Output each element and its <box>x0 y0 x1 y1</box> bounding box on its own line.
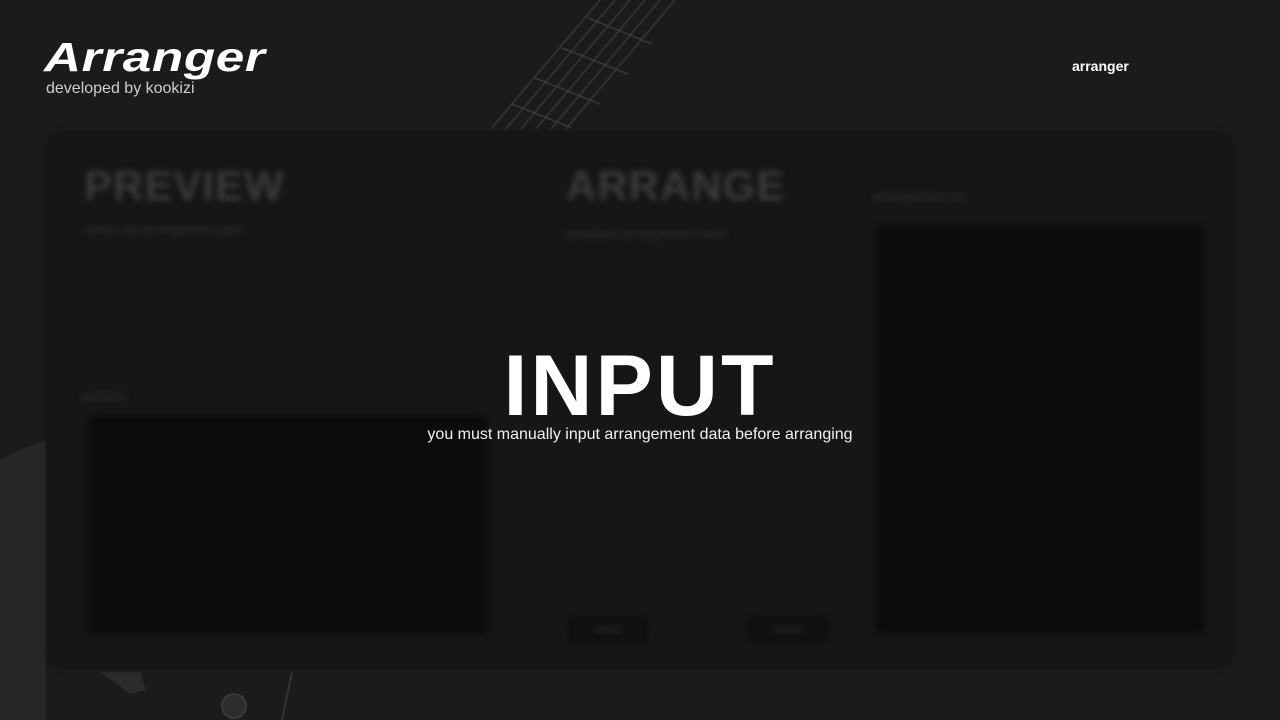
build-button[interactable]: build <box>748 616 828 642</box>
overlay-title: INPUT <box>503 338 777 434</box>
nav-link-arranger[interactable]: arranger <box>1072 58 1129 74</box>
arrange-heading: ARRANGE <box>566 162 786 209</box>
app-logo: Arranger developed by kookizi <box>44 34 265 98</box>
arrangement-list-label: arrangement list <box>872 189 966 204</box>
input-required-overlay: INPUT you must manually input arrangemen… <box>0 340 1280 444</box>
reset-button[interactable]: reset <box>568 616 648 642</box>
app-title: Arranger <box>44 34 266 80</box>
sections-box[interactable] <box>88 416 488 634</box>
app-subtitle: developed by kookizi <box>46 80 195 97</box>
overlay-message: you must manually input arrangement data… <box>427 426 853 443</box>
preview-heading: PREVIEW <box>84 162 285 209</box>
preview-subtitle: select an arrangement part <box>86 222 242 237</box>
arrange-subtitle: available arrangement parts <box>566 226 728 241</box>
